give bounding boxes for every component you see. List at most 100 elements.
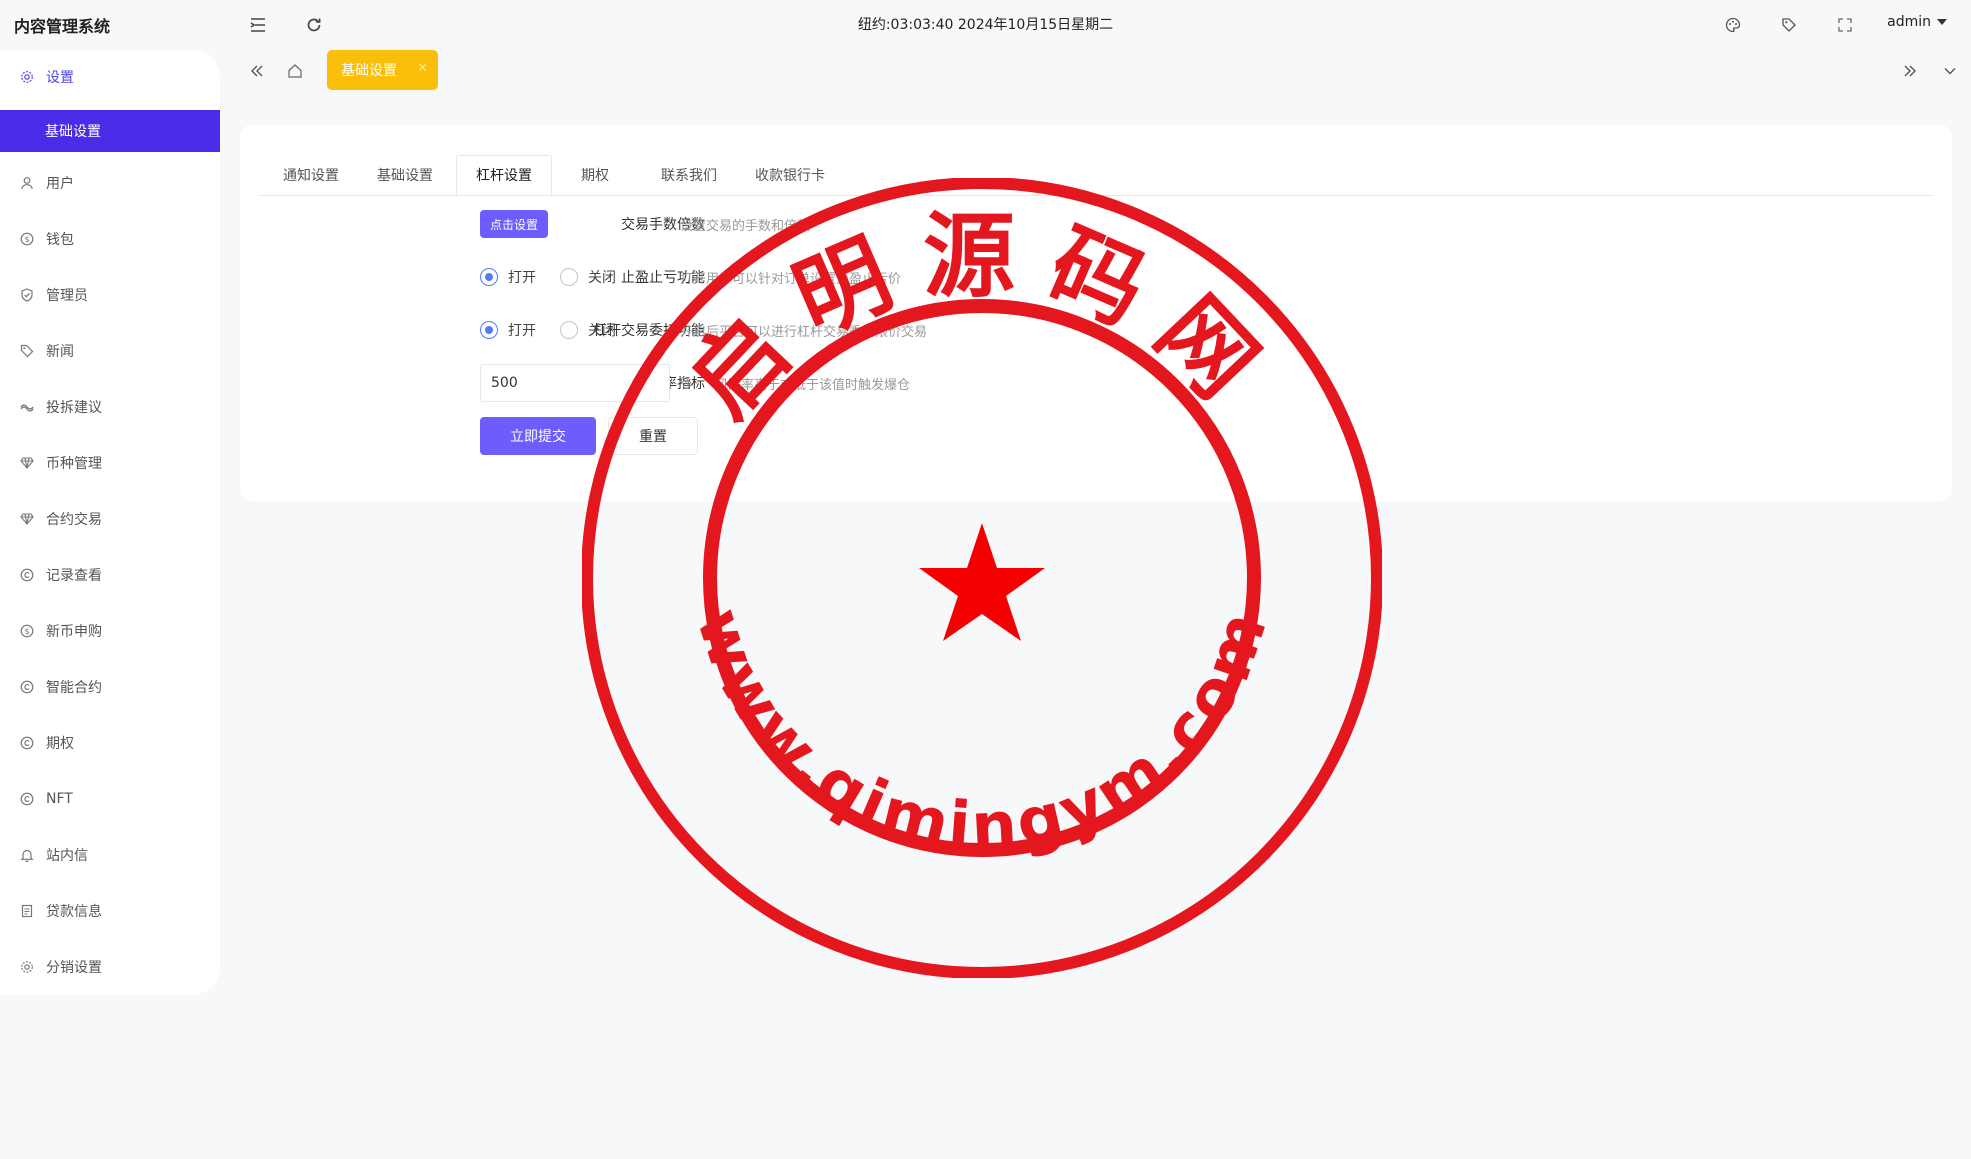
gear-icon [20, 960, 34, 974]
risk-rate-input[interactable] [480, 364, 670, 402]
user-menu[interactable]: admin [1887, 14, 1947, 30]
page-tabs-bar: 基础设置 ✕ [240, 50, 1971, 90]
bell-icon [20, 848, 34, 862]
stamp-star-icon [919, 523, 1045, 641]
sidebar-item-wallet[interactable]: $ 钱包 [0, 218, 220, 260]
form-row-fee-multiple: 交易手数倍数 点击设置 设置交易的手数和倍数 [240, 204, 1952, 244]
stop-on-radio[interactable]: 打开 [480, 267, 536, 287]
theme-palette-icon[interactable] [1721, 13, 1745, 37]
sidebar-item-messages[interactable]: 站内信 [0, 834, 220, 876]
radio-label: 关闭 [588, 323, 616, 339]
radio-dot [480, 321, 498, 339]
form-row-stop-profit-loss: 止盈止亏功能 打开 关闭 打开用户可以针对订单设置止盈止亏价 [240, 257, 1952, 297]
circle-c-icon [20, 792, 34, 806]
app-title: 内容管理系统 [14, 17, 111, 36]
username: admin [1887, 14, 1931, 30]
form-row-risk-rate: 爆仓风险率指标 % 风险率高于或低于该值时触发爆仓 [240, 363, 1952, 403]
radio-label: 打开 [508, 270, 536, 286]
sidebar-item-label: 站内信 [46, 848, 88, 864]
top-header: 内容管理系统 纽约:03:03:40 2024年10月15日星期二 admin [0, 0, 1971, 50]
stamp-bottom-text: www.qimingym.com [681, 599, 1283, 864]
form-help: 打开用户可以针对订单设置止盈止亏价 [680, 272, 902, 287]
home-icon[interactable] [282, 58, 308, 84]
circle-c-icon [20, 736, 34, 750]
tab-bank-cards[interactable]: 收款银行卡 [740, 155, 840, 195]
sidebar-item-label: 贷款信息 [46, 904, 102, 920]
collapse-menu-icon[interactable] [246, 13, 270, 37]
sidebar-item-label: 合约交易 [46, 512, 102, 528]
sidebar-item-feedback[interactable]: 投拆建议 [0, 386, 220, 428]
sidebar-item-admins[interactable]: 管理员 [0, 274, 220, 316]
radio-dot [480, 268, 498, 286]
coin-icon: $ [20, 624, 34, 638]
tab-contact-us[interactable]: 联系我们 [646, 155, 732, 195]
diamond-icon [20, 512, 34, 526]
doc-icon [20, 904, 34, 918]
link-icon [20, 400, 34, 414]
sidebar-item-label: 投拆建议 [46, 400, 102, 416]
entrust-off-radio[interactable]: 关闭 [560, 320, 616, 340]
tab-options[interactable]: 期权 [560, 155, 630, 195]
circle-c-icon [20, 680, 34, 694]
unit-percent: % [680, 375, 693, 391]
tab-leverage-settings[interactable]: 杠杆设置 [456, 155, 552, 195]
page-tab-basic-settings[interactable]: 基础设置 ✕ [327, 50, 438, 90]
chevron-down-icon [1937, 19, 1947, 25]
submit-button[interactable]: 立即提交 [480, 417, 596, 455]
clock-text: 纽约:03:03:40 2024年10月15日星期二 [857, 17, 1114, 33]
sidebar-subitem-basic-settings[interactable]: 基础设置 [0, 110, 220, 152]
sidebar-item-settings[interactable]: 设置 [0, 56, 220, 98]
form-help: 开启后平台可以进行杠杆交易委托限价交易 [680, 325, 928, 340]
sidebar-subitem-label: 基础设置 [45, 124, 101, 140]
tab-basic-settings[interactable]: 基础设置 [362, 155, 448, 195]
coin-icon: $ [20, 232, 34, 246]
set-fee-button[interactable]: 点击设置 [480, 210, 549, 238]
sidebar-item-label: 管理员 [46, 288, 88, 304]
sidebar-item-nft[interactable]: NFT [0, 778, 220, 820]
user-icon [20, 176, 34, 190]
radio-label: 关闭 [588, 270, 616, 286]
form-row-leverage-entrust: 杠杆交易委托功能 打开 关闭 开启后平台可以进行杠杆交易委托限价交易 [240, 310, 1952, 350]
diamond-icon [20, 456, 34, 470]
form-row-actions: 立即提交 重置 [240, 416, 1952, 456]
sidebar-item-new-coin-subscription[interactable]: $ 新币申购 [0, 610, 220, 652]
sidebar-item-smart-contract[interactable]: 智能合约 [0, 666, 220, 708]
sidebar-item-loan-info[interactable]: 贷款信息 [0, 890, 220, 932]
sidebar-item-contract-trading[interactable]: 合约交易 [0, 498, 220, 540]
radio-dot [560, 321, 578, 339]
tabs-scroll-left-icon[interactable] [244, 58, 270, 84]
sidebar-item-label: 钱包 [46, 232, 74, 248]
stop-off-radio[interactable]: 关闭 [560, 267, 616, 287]
svg-text:$: $ [24, 627, 29, 636]
close-icon[interactable]: ✕ [417, 61, 428, 76]
sidebar-item-news[interactable]: 新闻 [0, 330, 220, 372]
shield-icon [20, 288, 34, 302]
tag-icon[interactable] [1777, 13, 1801, 37]
sidebar-item-currency-management[interactable]: 币种管理 [0, 442, 220, 484]
sidebar-item-label: NFT [46, 791, 73, 807]
sidebar-item-label: 设置 [46, 70, 74, 86]
form-help: 风险率高于或低于该值时触发爆仓 [715, 378, 911, 393]
reset-button[interactable]: 重置 [608, 417, 698, 455]
sidebar-item-records[interactable]: 记录查看 [0, 554, 220, 596]
sidebar-item-label: 币种管理 [46, 456, 102, 472]
sidebar-item-label: 新闻 [46, 344, 74, 360]
entrust-on-radio[interactable]: 打开 [480, 320, 536, 340]
tabs-scroll-right-icon[interactable] [1897, 58, 1923, 84]
sidebar-item-label: 用户 [46, 176, 74, 192]
circle-c-icon [20, 568, 34, 582]
sidebar-item-distribution-settings[interactable]: 分销设置 [0, 946, 220, 988]
gear-icon [20, 70, 34, 84]
sidebar-item-options[interactable]: 期权 [0, 722, 220, 764]
refresh-icon[interactable] [302, 13, 326, 37]
sidebar-item-users[interactable]: 用户 [0, 162, 220, 204]
fullscreen-icon[interactable] [1833, 13, 1857, 37]
radio-label: 打开 [508, 323, 536, 339]
sidebar-item-label: 期权 [46, 736, 74, 752]
chevron-down-icon[interactable] [1937, 58, 1963, 84]
sidebar-item-label: 记录查看 [46, 568, 102, 584]
sidebar: 设置 基础设置 用户 $ 钱包 管理员 新闻 投拆建议 币种管理 合约交易 记录… [0, 50, 220, 995]
form-help: 设置交易的手数和倍数 [680, 219, 811, 234]
tab-notification-settings[interactable]: 通知设置 [268, 155, 354, 195]
radio-dot [560, 268, 578, 286]
